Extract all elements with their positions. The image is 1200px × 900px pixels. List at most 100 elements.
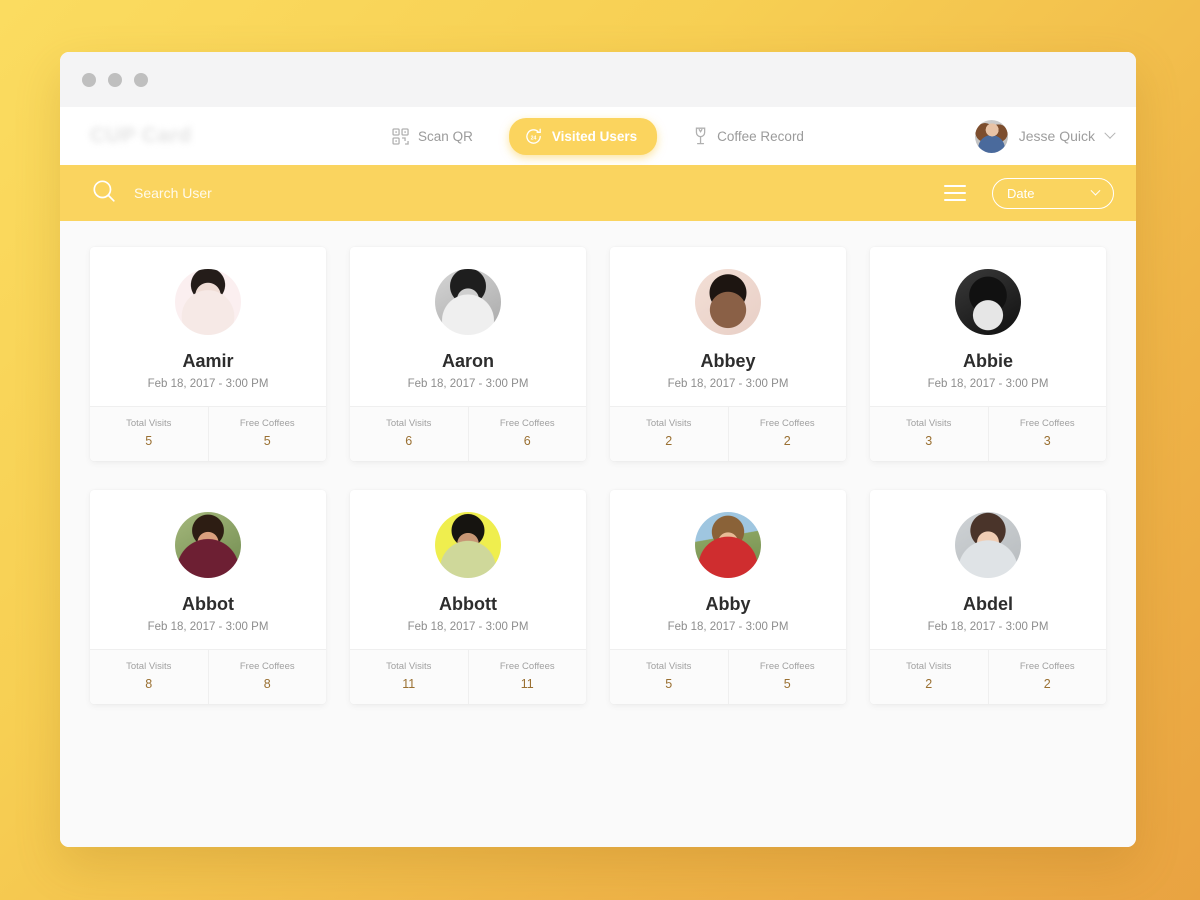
user-card-stats: Total Visits 2 Free Coffees 2	[870, 649, 1106, 704]
refresh-coffee-icon: 24	[524, 127, 543, 146]
stat-total-visits-value: 8	[145, 677, 153, 691]
stat-free-coffees-label: Free Coffees	[239, 418, 295, 429]
stat-free-coffees-label: Free Coffees	[1019, 418, 1075, 429]
stat-free-coffees-label: Free Coffees	[499, 418, 555, 429]
chevron-down-icon	[1104, 127, 1116, 139]
user-avatar	[435, 512, 501, 578]
stat-total-visits-value: 11	[402, 677, 416, 691]
stat-free-coffees-value: 11	[520, 677, 534, 691]
stat-free-coffees-value: 5	[263, 434, 271, 448]
stat-free-coffees-label: Free Coffees	[759, 661, 815, 672]
user-card-stats: Total Visits 5 Free Coffees 5	[90, 406, 326, 461]
user-card[interactable]: Abbey Feb 18, 2017 - 3:00 PM Total Visit…	[610, 247, 846, 461]
nav-item-scan-qr-label: Scan QR	[418, 128, 473, 144]
user-card-stats: Total Visits 5 Free Coffees 5	[610, 649, 846, 704]
minimize-window-button[interactable]	[108, 72, 122, 87]
user-visit-date: Feb 18, 2017 - 3:00 PM	[407, 621, 529, 633]
stat-total-visits: Total Visits 11	[350, 650, 468, 704]
stat-total-visits-label: Total Visits	[906, 418, 952, 429]
user-card-body: Aaron Feb 18, 2017 - 3:00 PM	[350, 247, 586, 406]
nav-item-coffee-record-label: Coffee Record	[717, 128, 804, 144]
user-card-stats: Total Visits 8 Free Coffees 8	[90, 649, 326, 704]
user-card-stats: Total Visits 6 Free Coffees 6	[350, 406, 586, 461]
maximize-window-button[interactable]	[134, 72, 148, 87]
nav-item-visited-users[interactable]: 24 Visited Users	[508, 117, 658, 155]
user-visit-date: Feb 18, 2017 - 3:00 PM	[667, 621, 789, 633]
user-card[interactable]: Abby Feb 18, 2017 - 3:00 PM Total Visits…	[610, 490, 846, 704]
stat-free-coffees-label: Free Coffees	[1019, 661, 1075, 672]
stat-total-visits-value: 3	[925, 434, 933, 448]
user-avatar	[955, 512, 1021, 578]
user-visit-date: Feb 18, 2017 - 3:00 PM	[667, 378, 789, 390]
user-card-body: Abbey Feb 18, 2017 - 3:00 PM	[610, 247, 846, 406]
stat-free-coffees-label: Free Coffees	[759, 418, 815, 429]
stat-free-coffees: Free Coffees 2	[987, 650, 1107, 704]
user-name: Aamir	[182, 351, 234, 371]
search-input[interactable]	[134, 185, 554, 201]
user-name: Abby	[705, 594, 751, 614]
user-name: Aaron	[441, 351, 494, 371]
user-name: Abbey	[700, 351, 756, 371]
user-name: Abbott	[439, 594, 497, 614]
user-card-body: Aamir Feb 18, 2017 - 3:00 PM	[90, 247, 326, 406]
app-logo[interactable]: CUP Card	[90, 124, 192, 148]
user-card[interactable]: Abdel Feb 18, 2017 - 3:00 PM Total Visit…	[870, 490, 1106, 704]
stat-total-visits: Total Visits 5	[610, 650, 728, 704]
stat-total-visits-value: 2	[925, 677, 933, 691]
user-card-stats: Total Visits 3 Free Coffees 3	[870, 406, 1106, 461]
user-avatar	[175, 512, 241, 578]
stat-total-visits-label: Total Visits	[646, 661, 692, 672]
user-card[interactable]: Abbott Feb 18, 2017 - 3:00 PM Total Visi…	[350, 490, 586, 704]
toolbar-actions: Date	[944, 177, 1114, 209]
window-titlebar	[60, 52, 1136, 107]
stat-total-visits: Total Visits 3	[870, 407, 988, 461]
stat-free-coffees-label: Free Coffees	[239, 661, 295, 672]
user-card[interactable]: Aamir Feb 18, 2017 - 3:00 PM Total Visit…	[90, 247, 326, 461]
stat-free-coffees-value: 2	[1043, 677, 1051, 691]
user-visit-date: Feb 18, 2017 - 3:00 PM	[147, 621, 269, 633]
users-content: Aamir Feb 18, 2017 - 3:00 PM Total Visit…	[60, 221, 1136, 847]
user-visit-date: Feb 18, 2017 - 3:00 PM	[927, 621, 1049, 633]
stat-total-visits-value: 5	[145, 434, 153, 448]
user-card-stats: Total Visits 11 Free Coffees 11	[350, 649, 586, 704]
stat-free-coffees-value: 2	[783, 434, 791, 448]
search-icon[interactable]	[90, 177, 118, 210]
stat-free-coffees: Free Coffees 6	[467, 407, 587, 461]
stat-total-visits-label: Total Visits	[646, 418, 692, 429]
stat-free-coffees-value: 8	[263, 677, 271, 691]
stat-total-visits-value: 2	[665, 434, 673, 448]
stat-total-visits: Total Visits 2	[870, 650, 988, 704]
user-card[interactable]: Abbie Feb 18, 2017 - 3:00 PM Total Visit…	[870, 247, 1106, 461]
nav-item-visited-users-label: Visited Users	[551, 128, 638, 144]
date-sort-label: Date	[1007, 185, 1035, 201]
user-card-body: Abbott Feb 18, 2017 - 3:00 PM	[350, 490, 586, 649]
user-card-body: Abdel Feb 18, 2017 - 3:00 PM	[870, 490, 1106, 649]
profile-name: Jesse Quick	[1018, 128, 1095, 144]
user-card-stats: Total Visits 2 Free Coffees 2	[610, 406, 846, 461]
svg-text:24: 24	[530, 135, 536, 141]
user-profile-menu[interactable]: Jesse Quick	[974, 119, 1116, 153]
user-avatar	[175, 269, 241, 335]
stat-free-coffees-value: 3	[1043, 434, 1051, 448]
nav-item-coffee-record[interactable]: Coffee Record	[679, 120, 818, 152]
user-card[interactable]: Abbot Feb 18, 2017 - 3:00 PM Total Visit…	[90, 490, 326, 704]
stat-total-visits-label: Total Visits	[386, 661, 432, 672]
close-window-button[interactable]	[82, 72, 96, 87]
user-avatar	[695, 269, 761, 335]
user-card[interactable]: Aaron Feb 18, 2017 - 3:00 PM Total Visit…	[350, 247, 586, 461]
user-card-body: Abbie Feb 18, 2017 - 3:00 PM	[870, 247, 1106, 406]
chevron-down-icon	[1090, 185, 1101, 196]
hamburger-icon[interactable]	[944, 184, 966, 202]
user-name: Abdel	[962, 594, 1013, 614]
user-avatar	[955, 269, 1021, 335]
user-visit-date: Feb 18, 2017 - 3:00 PM	[407, 378, 529, 390]
stat-free-coffees-value: 6	[523, 434, 531, 448]
app-window: CUP Card Scan QR 24 Visited Users Coffee…	[60, 52, 1136, 847]
user-card-grid: Aamir Feb 18, 2017 - 3:00 PM Total Visit…	[90, 247, 1106, 704]
stat-free-coffees: Free Coffees 11	[467, 650, 587, 704]
stat-total-visits-label: Total Visits	[126, 661, 172, 672]
date-sort-dropdown[interactable]: Date	[992, 177, 1114, 209]
nav-item-scan-qr[interactable]: Scan QR	[378, 121, 487, 152]
stat-total-visits: Total Visits 8	[90, 650, 208, 704]
user-avatar	[435, 269, 501, 335]
